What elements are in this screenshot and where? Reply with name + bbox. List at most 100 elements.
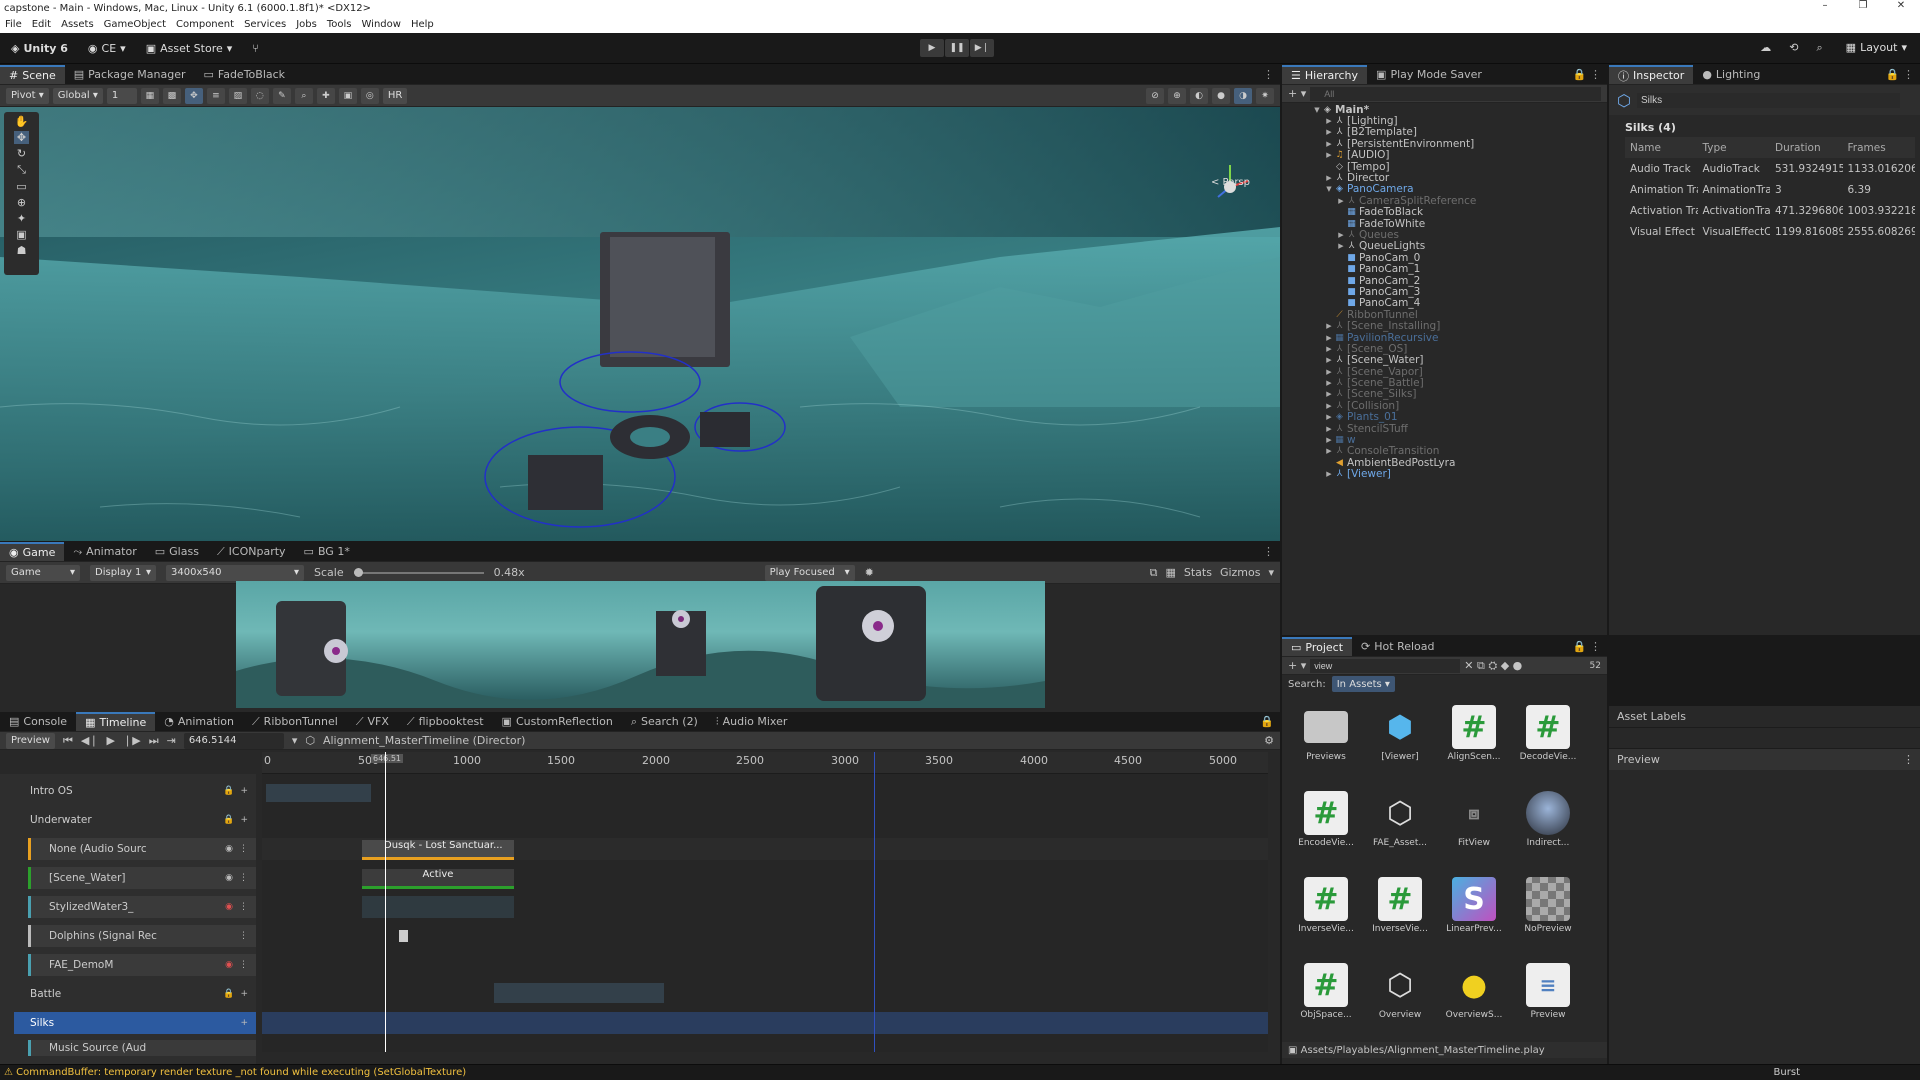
pause-button[interactable]: ❚❚ [945, 39, 969, 57]
gizmos-button[interactable]: Gizmos [1220, 566, 1261, 579]
tab-scene[interactable]: # Scene [0, 65, 65, 84]
timeline-settings-icon[interactable]: ⚙ [1264, 734, 1274, 747]
add-track-icon[interactable]: + [240, 989, 248, 999]
display-dropdown[interactable]: Display 1 ▾ [90, 564, 156, 581]
hier-item[interactable]: ▶ ⅄ [Scene_Installing] [1282, 320, 1607, 332]
time-dropdown-icon[interactable]: ▾ [292, 734, 298, 747]
menu-help[interactable]: Help [406, 19, 439, 30]
hier-item[interactable]: ▦ FadeToBlack [1282, 206, 1607, 218]
tab-inspector[interactable]: ⓘ Inspector [1609, 65, 1694, 84]
hier-item[interactable]: ▶ ⅄ [PersistentEnvironment] [1282, 138, 1607, 150]
playhead[interactable] [385, 752, 386, 1052]
transform-icon[interactable]: ✚ [316, 87, 335, 104]
hier-item[interactable]: ▶ ▦ w [1282, 434, 1607, 446]
gizmos-dropdown-icon[interactable]: ▾ [1268, 566, 1274, 579]
persp-label[interactable]: < Persp [1211, 177, 1250, 188]
table-row[interactable]: Visual Effect VisualEffectC 1199.816089 255… [1625, 221, 1915, 242]
hierarchy-lock-icon[interactable]: 🔒 ⋮ [1567, 68, 1607, 84]
goto-end-icon[interactable]: ⏭ [149, 734, 159, 748]
scope-dropdown[interactable]: In Assets ▾ [1331, 676, 1395, 692]
tab-console[interactable]: ▤ Console [0, 712, 76, 731]
hier-item[interactable]: ▶ ⅄ [Scene_Vapor] [1282, 366, 1607, 378]
group-underwater[interactable]: Underwater 🔒 + [0, 809, 256, 831]
step-button[interactable]: ▶❘ [970, 39, 994, 57]
render-mode-icon[interactable]: ◑ [1234, 87, 1252, 104]
resolution-dropdown[interactable]: 3400x540 ▾ [166, 564, 304, 581]
asset-item[interactable]: S LinearPrev... [1442, 877, 1506, 949]
close-button[interactable]: ✕ [1882, 0, 1920, 16]
asset-item[interactable]: # InverseVie... [1294, 877, 1358, 949]
hier-item[interactable]: ▶ ⅄ CameraSplitReference [1282, 195, 1607, 207]
status-message[interactable]: CommandBuffer: temporary render texture … [16, 1067, 466, 1078]
hier-item[interactable]: ■ PanoCam_3 [1282, 286, 1607, 298]
asset-item[interactable]: ⬡ Overview [1368, 963, 1432, 1035]
visibility-icon[interactable]: ⊕ [1168, 87, 1186, 104]
signal-marker[interactable] [399, 930, 408, 942]
transform-all-icon[interactable]: ⊕ [17, 196, 26, 209]
display-mode-dropdown[interactable]: Game ▾ [6, 564, 80, 581]
tab-game[interactable]: ◉ Game [0, 542, 65, 561]
tab-ribbontunnel[interactable]: ⟋ RibbonTunnel [243, 712, 347, 731]
shaded-icon[interactable]: ● [1212, 87, 1230, 104]
minimize-button[interactable]: – [1806, 0, 1844, 16]
hierarchy-search-input[interactable] [1310, 86, 1601, 101]
stats-button[interactable]: Stats [1184, 566, 1212, 579]
more-icon[interactable]: ⋮ [239, 902, 248, 912]
asset-item[interactable]: ⧈ FitView [1442, 791, 1506, 863]
pivot-dropdown[interactable]: Pivot ▾ [6, 87, 49, 104]
time-field[interactable]: 646.5144 [183, 732, 284, 749]
more-icon[interactable]: ⋮ [239, 844, 248, 854]
asset-item[interactable]: # AlignScen... [1442, 705, 1506, 777]
table-row[interactable]: Activation Tra ActivationTra 471.3296806 10… [1625, 200, 1915, 221]
hier-item[interactable]: ▶ ⅄ [B2Template] [1282, 126, 1607, 138]
game-viewport[interactable] [236, 581, 1045, 708]
game-more-icon[interactable]: ⋮ [1257, 545, 1280, 561]
hier-item[interactable]: ◀ AmbientBedPostLyra [1282, 457, 1607, 469]
scale-slider[interactable] [353, 567, 484, 577]
hier-item[interactable]: ▶ ⅄ StencilSTuff [1282, 423, 1607, 435]
vr-icon[interactable]: ⧉ [1150, 566, 1158, 580]
track-fae[interactable]: FAE_DemoM ◉ ⋮ [28, 954, 256, 976]
menu-edit[interactable]: Edit [27, 19, 56, 30]
filter-icon[interactable]: ✕ ⧉ ⛭ ◆ ● [1464, 659, 1522, 673]
table-row[interactable]: Animation Tra AnimationTra 3 6.39 [1625, 179, 1915, 200]
tab-lighting[interactable]: ● Lighting [1693, 65, 1769, 84]
camera-tool-icon[interactable]: ▣ [16, 228, 26, 241]
account-dropdown[interactable]: ◉ CE ▾ [83, 40, 131, 57]
menu-window[interactable]: Window [357, 19, 406, 30]
search-icon[interactable]: ⌕ [1816, 41, 1822, 55]
menu-jobs[interactable]: Jobs [291, 19, 322, 30]
maximize-button[interactable]: ❐ [1844, 0, 1882, 16]
prev-frame-icon[interactable]: ◀❘ [81, 734, 99, 747]
track-content[interactable]: Dusqk - Lost Sanctuar... Active [262, 752, 1268, 1052]
hier-item[interactable]: ▦ FadeToWhite [1282, 218, 1607, 230]
table-row[interactable]: Audio Track AudioTrack 531.9324915 1133.016… [1625, 158, 1915, 179]
mute-icon[interactable]: ◉ [225, 873, 233, 883]
hier-item[interactable]: ▶ ⅄ Director [1282, 172, 1607, 184]
add-track-icon[interactable]: + [240, 1018, 248, 1028]
effects-icon[interactable]: ✷ [1256, 87, 1274, 104]
play-button[interactable]: ▶ [920, 39, 944, 57]
hier-item[interactable]: ■ PanoCam_4 [1282, 297, 1607, 309]
menu-gameobject[interactable]: GameObject [99, 19, 171, 30]
hier-item[interactable]: ■ PanoCam_0 [1282, 252, 1607, 264]
scene-more-icon[interactable]: ⋮ [1257, 68, 1280, 84]
add-asset-icon[interactable]: + ▾ [1288, 659, 1306, 672]
hier-item[interactable]: ■ PanoCam_1 [1282, 263, 1607, 275]
add-object-icon[interactable]: + ▾ [1288, 87, 1306, 100]
group-battle[interactable]: Battle 🔒 + [0, 983, 256, 1005]
hier-item[interactable]: ▶ ⅄ [Lighting] [1282, 115, 1607, 127]
menu-assets[interactable]: Assets [56, 19, 99, 30]
silks-row[interactable] [262, 1012, 1268, 1034]
add-track-icon[interactable]: + [240, 815, 248, 825]
sun-icon[interactable]: ✹ [865, 566, 874, 579]
more-icon[interactable]: ⋮ [239, 873, 248, 883]
zoom-icon[interactable]: ⌕ [294, 87, 313, 104]
hier-item[interactable]: ▶ ♫ [AUDIO] [1282, 149, 1607, 161]
next-frame-icon[interactable]: ❘▶ [123, 734, 141, 747]
mesh-icon[interactable]: ▨ [228, 87, 247, 104]
gizmo-dropdown-icon[interactable]: ⊘ [1146, 87, 1164, 104]
project-search-input[interactable] [1310, 658, 1461, 673]
more-icon[interactable]: ⋮ [239, 960, 248, 970]
track-music[interactable]: Music Source (Aud [28, 1040, 256, 1056]
